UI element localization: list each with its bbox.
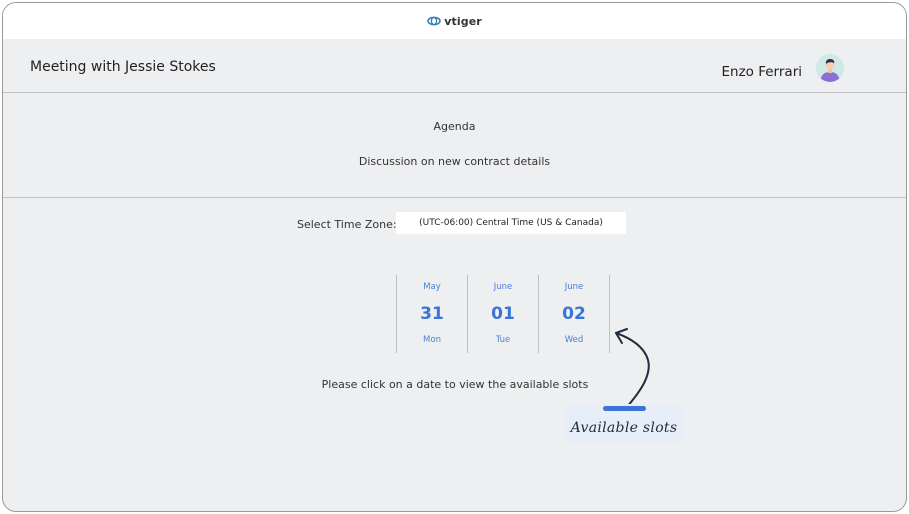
timezone-value: (UTC-06:00) Central Time (US & Canada)	[419, 218, 603, 228]
top-bar: vtiger	[3, 3, 906, 39]
date-weekday: Mon	[423, 335, 441, 345]
date-month: June	[564, 282, 584, 292]
date-day: 01	[491, 304, 515, 324]
date-day: 02	[562, 304, 586, 324]
date-picker: May 31 Mon June 01 Tue June 02 Wed	[396, 275, 610, 353]
meeting-header: Meeting with Jessie Stokes Enzo Ferrari	[3, 39, 906, 93]
date-day: 31	[420, 304, 444, 324]
vtiger-logo-icon	[427, 16, 441, 26]
brand-logo: vtiger	[427, 15, 482, 28]
timezone-label: Select Time Zone:	[297, 218, 397, 231]
date-weekday: Tue	[495, 335, 511, 345]
avatar	[816, 54, 844, 82]
annotation-arrow-icon	[615, 328, 650, 409]
date-weekday: Wed	[564, 335, 584, 345]
date-option-may-31[interactable]: May 31 Mon	[397, 275, 468, 353]
available-slots-label: Available slots	[570, 420, 678, 436]
date-month: May	[423, 282, 441, 292]
brand-name: vtiger	[444, 14, 482, 28]
highlight-bar	[603, 406, 646, 411]
meeting-title: Meeting with Jessie Stokes	[30, 59, 216, 75]
date-option-june-01[interactable]: June 01 Tue	[468, 275, 539, 353]
agenda-label: Agenda	[433, 120, 476, 133]
agenda-section: Agenda Discussion on new contract detail…	[3, 93, 906, 198]
date-hint: Please click on a date to view the avail…	[321, 378, 589, 391]
date-month: June	[493, 282, 513, 292]
user-avatar-icon	[816, 54, 844, 82]
booking-page: vtiger Meeting with Jessie Stokes Enzo F…	[2, 2, 907, 512]
host-name: Enzo Ferrari	[721, 64, 803, 80]
timezone-select[interactable]: (UTC-06:00) Central Time (US & Canada)	[396, 212, 626, 234]
agenda-text: Discussion on new contract details	[358, 155, 551, 168]
available-slots-callout: Available slots	[563, 404, 685, 444]
